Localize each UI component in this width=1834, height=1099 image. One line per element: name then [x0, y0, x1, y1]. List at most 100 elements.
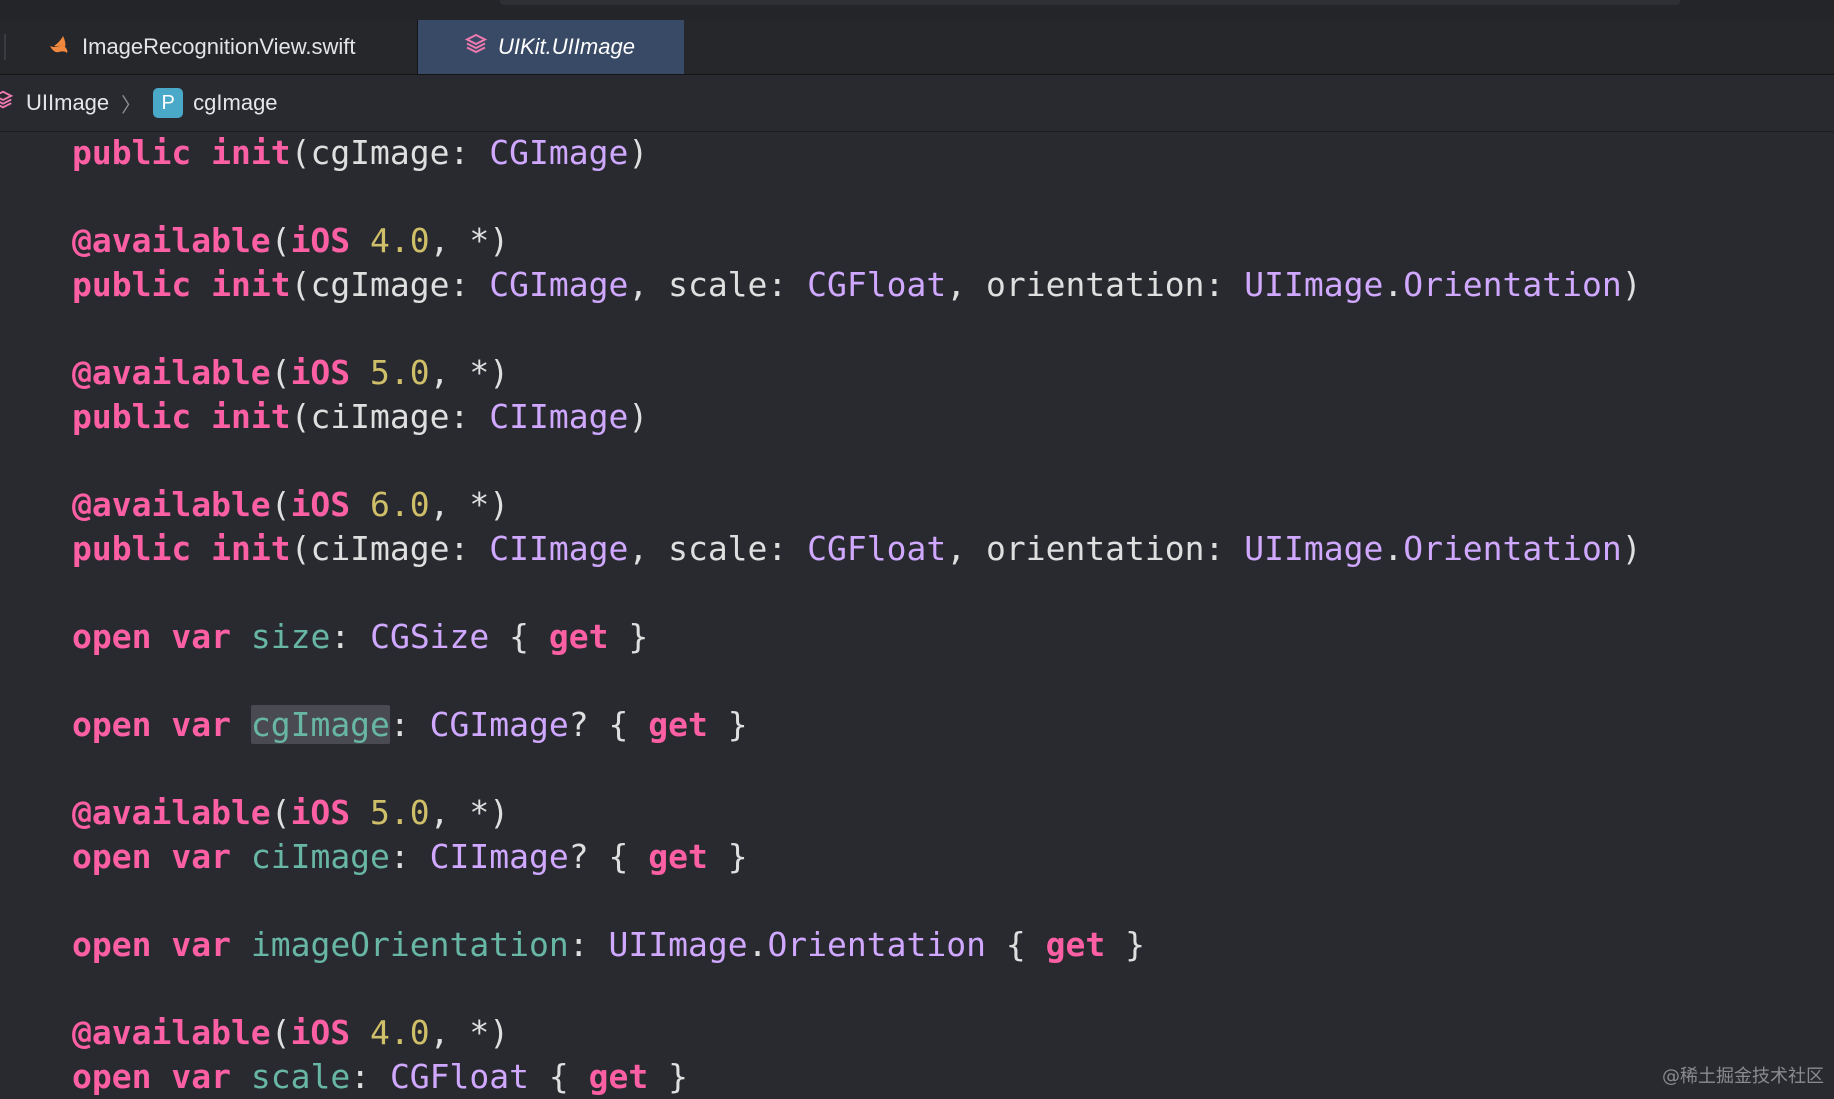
tab-uikit-uiimage[interactable]: UIKit.UIImage — [418, 20, 684, 74]
code-token: init — [211, 265, 291, 304]
code-token: var — [171, 1057, 231, 1096]
code-token: iOS — [290, 1013, 351, 1052]
code-line: @available(iOS 4.0, *) — [72, 1011, 509, 1055]
code-token: ( — [270, 1013, 291, 1052]
code-token: CGImage — [489, 265, 629, 304]
code-token: CGFloat — [807, 265, 947, 304]
breadcrumb: UIImage 〉 P cgImage — [0, 75, 1834, 132]
title-groove — [500, 0, 1680, 5]
code-line: open var ciImage: CIImage? { get } — [72, 835, 748, 879]
code-token: @available — [72, 793, 271, 832]
code-token: size — [250, 617, 331, 656]
code-token: ? { — [568, 705, 649, 744]
code-token: ( — [270, 793, 291, 832]
code-token: : — [568, 925, 609, 964]
code-token: 6.0 — [370, 485, 430, 524]
code-token: public — [72, 133, 192, 172]
code-token: ) — [628, 133, 649, 172]
code-line: public init(cgImage: CGImage, scale: CGF… — [72, 263, 1642, 307]
code-token: init — [211, 397, 291, 436]
breadcrumb-item-uiimage[interactable]: UIImage — [26, 90, 109, 116]
code-token: var — [171, 705, 231, 744]
code-token: , scale: — [628, 265, 808, 304]
swift-icon — [48, 34, 72, 60]
code-token: iOS — [290, 353, 351, 392]
code-token: { — [489, 617, 549, 656]
code-token: CIImage — [489, 529, 629, 568]
code-token: ciImage — [250, 837, 390, 876]
code-token: Orientation — [1403, 265, 1622, 304]
code-token: var — [171, 837, 231, 876]
selected-symbol: cgImage — [250, 705, 390, 744]
code-token: public — [72, 265, 192, 304]
code-token: ( — [270, 221, 291, 260]
code-token: ) — [628, 397, 649, 436]
code-line: public init(cgImage: CGImage) — [72, 131, 648, 175]
code-token: open — [72, 705, 152, 744]
code-token: } — [707, 837, 748, 876]
code-token: @available — [72, 353, 271, 392]
module-cube-icon — [0, 89, 14, 117]
code-token: @available — [72, 485, 271, 524]
code-token: UIImage — [1244, 529, 1384, 568]
code-token: { — [529, 1057, 589, 1096]
code-token: , orientation: — [946, 529, 1245, 568]
window-top-strip — [0, 0, 1834, 21]
code-token: open — [72, 1057, 152, 1096]
code-token: init — [211, 133, 291, 172]
code-token: open — [72, 925, 152, 964]
code-line: @available(iOS 6.0, *) — [72, 483, 509, 527]
code-token: , *) — [429, 793, 510, 832]
code-token: : — [350, 1057, 390, 1096]
code-token: UIImage — [608, 925, 748, 964]
breadcrumb-item-cgimage[interactable]: cgImage — [193, 90, 277, 116]
code-line: open var imageOrientation: UIImage.Orien… — [72, 923, 1145, 967]
code-line: @available(iOS 4.0, *) — [72, 219, 509, 263]
code-token: } — [707, 705, 748, 744]
module-cube-icon — [464, 32, 488, 62]
code-token: } — [608, 617, 649, 656]
code-token: : — [389, 705, 430, 744]
code-line: public init(ciImage: CIImage) — [72, 395, 648, 439]
code-token: open — [72, 617, 152, 656]
code-token: , orientation: — [946, 265, 1245, 304]
code-token: scale — [250, 1057, 351, 1096]
code-token: 5.0 — [370, 353, 430, 392]
code-line: @available(iOS 5.0, *) — [72, 791, 509, 835]
code-token: CGFloat — [389, 1057, 530, 1096]
code-token: public — [72, 529, 192, 568]
code-token: CGFloat — [807, 529, 947, 568]
code-token: CIImage — [429, 837, 569, 876]
code-token: : — [389, 837, 430, 876]
code-token: , *) — [429, 1013, 510, 1052]
code-token: var — [171, 617, 231, 656]
code-token: ) — [1621, 265, 1642, 304]
code-token: : — [330, 617, 371, 656]
code-token: var — [171, 925, 231, 964]
watermark: @稀土掘金技术社区 — [1662, 1066, 1824, 1087]
code-token: public — [72, 397, 192, 436]
code-token: @available — [72, 221, 271, 260]
code-token: CGImage — [489, 133, 629, 172]
tab-imagerecognitionview[interactable]: ImageRecognitionView.swift — [0, 20, 418, 74]
code-token: { — [985, 925, 1046, 964]
code-token: , *) — [429, 221, 510, 260]
code-token: iOS — [290, 221, 351, 260]
code-token: ? { — [568, 837, 649, 876]
code-token: init — [211, 529, 291, 568]
breadcrumb-separator: 〉 — [121, 94, 142, 117]
